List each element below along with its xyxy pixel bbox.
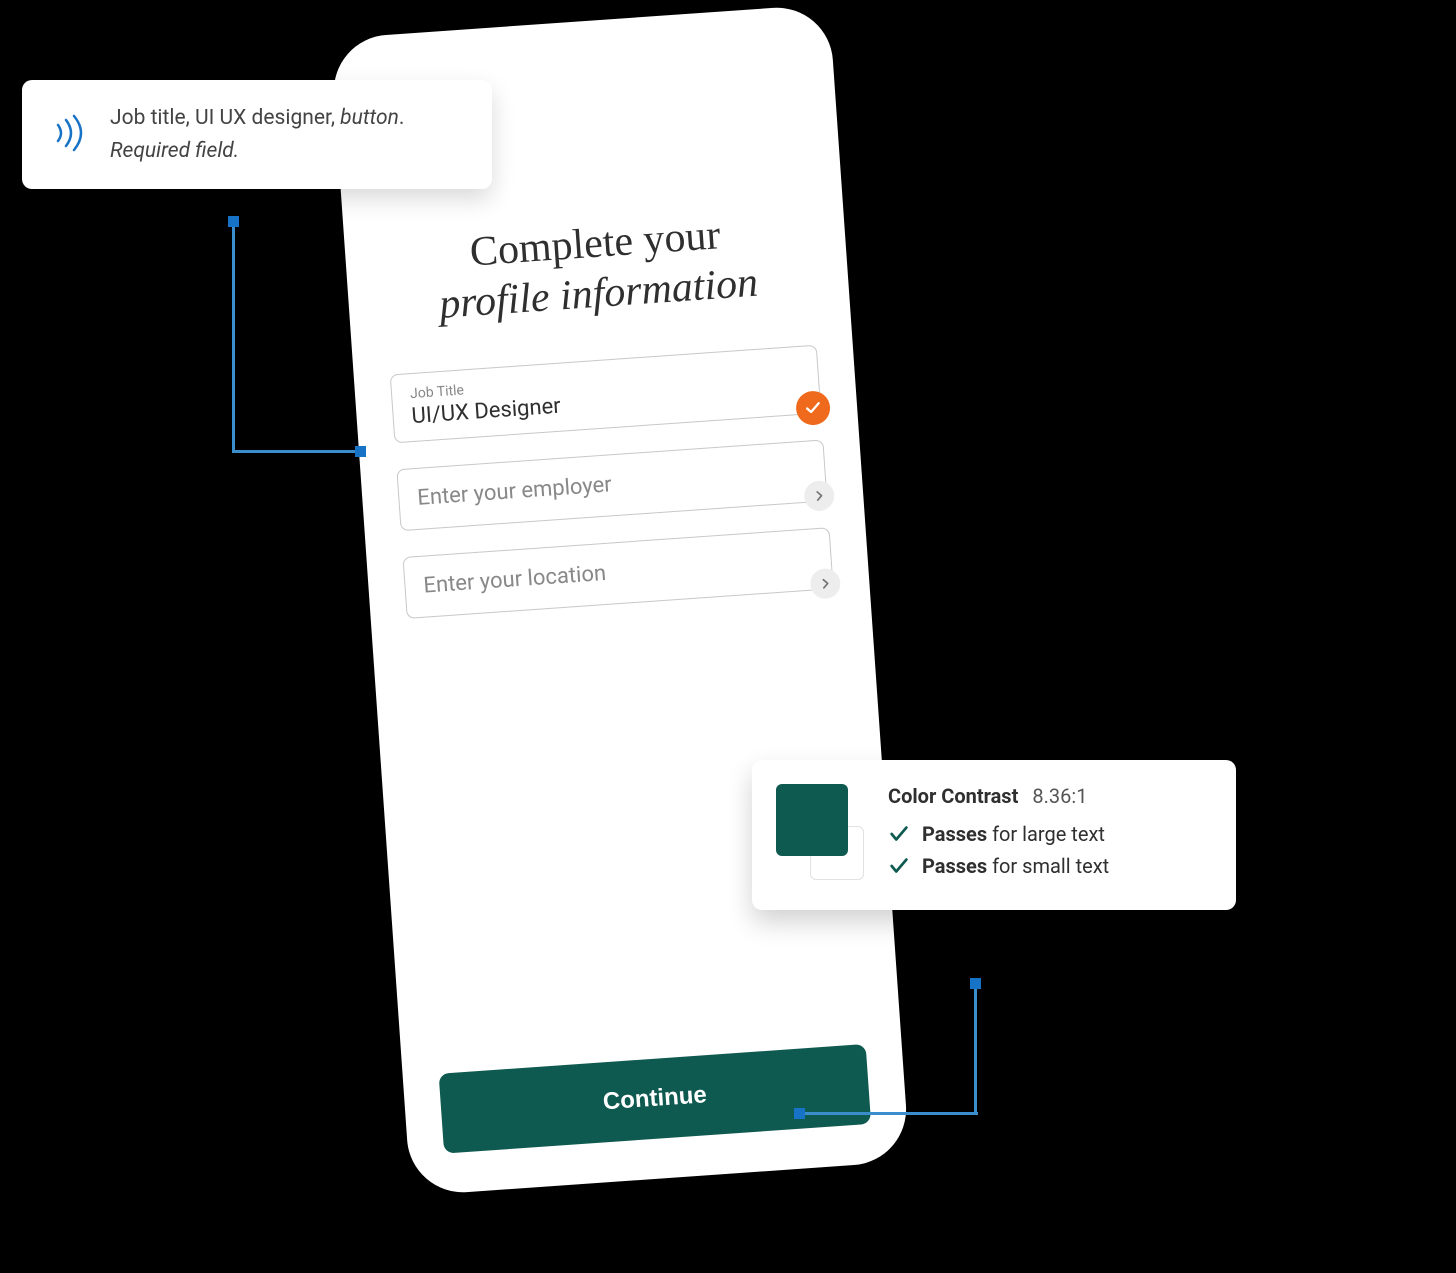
contrast-check-small: Passes for small text xyxy=(888,854,1208,878)
screen-reader-text: Job title, UI UX designer, button. Requi… xyxy=(110,102,404,167)
check-rest-1: for small text xyxy=(987,854,1109,878)
contrast-check-large: Passes for large text xyxy=(888,822,1208,846)
chevron-right-icon xyxy=(809,567,841,599)
contrast-info: Color Contrast 8.36:1 Passes for large t… xyxy=(888,784,1208,886)
contrast-title-row: Color Contrast 8.36:1 xyxy=(888,784,1208,808)
check-bold-0: Passes xyxy=(922,822,987,846)
swatch-foreground xyxy=(776,784,848,856)
chevron-right-icon xyxy=(803,480,835,512)
color-swatch xyxy=(776,784,862,874)
location-field[interactable]: Enter your location xyxy=(402,527,833,619)
checkmark-icon xyxy=(795,390,831,426)
contrast-title: Color Contrast xyxy=(888,784,1018,808)
sr-prefix: Job title, UI UX designer, xyxy=(110,106,340,130)
sound-icon xyxy=(48,113,88,157)
screen-reader-callout: Job title, UI UX designer, button. Requi… xyxy=(22,80,492,189)
employer-placeholder: Enter your employer xyxy=(417,459,808,511)
employer-field[interactable]: Enter your employer xyxy=(396,439,827,531)
sr-line2: Required field. xyxy=(110,139,239,163)
sr-button-word: button xyxy=(340,106,399,130)
contrast-callout: Color Contrast 8.36:1 Passes for large t… xyxy=(752,760,1236,910)
check-rest-0: for large text xyxy=(987,822,1105,846)
page-title: Complete your profile information xyxy=(380,204,814,334)
contrast-ratio: 8.36:1 xyxy=(1032,784,1087,808)
sr-end: . xyxy=(399,106,405,130)
job-title-field[interactable]: Job Title UI/UX Designer xyxy=(390,344,822,443)
check-bold-1: Passes xyxy=(922,854,987,878)
location-placeholder: Enter your location xyxy=(423,547,814,599)
